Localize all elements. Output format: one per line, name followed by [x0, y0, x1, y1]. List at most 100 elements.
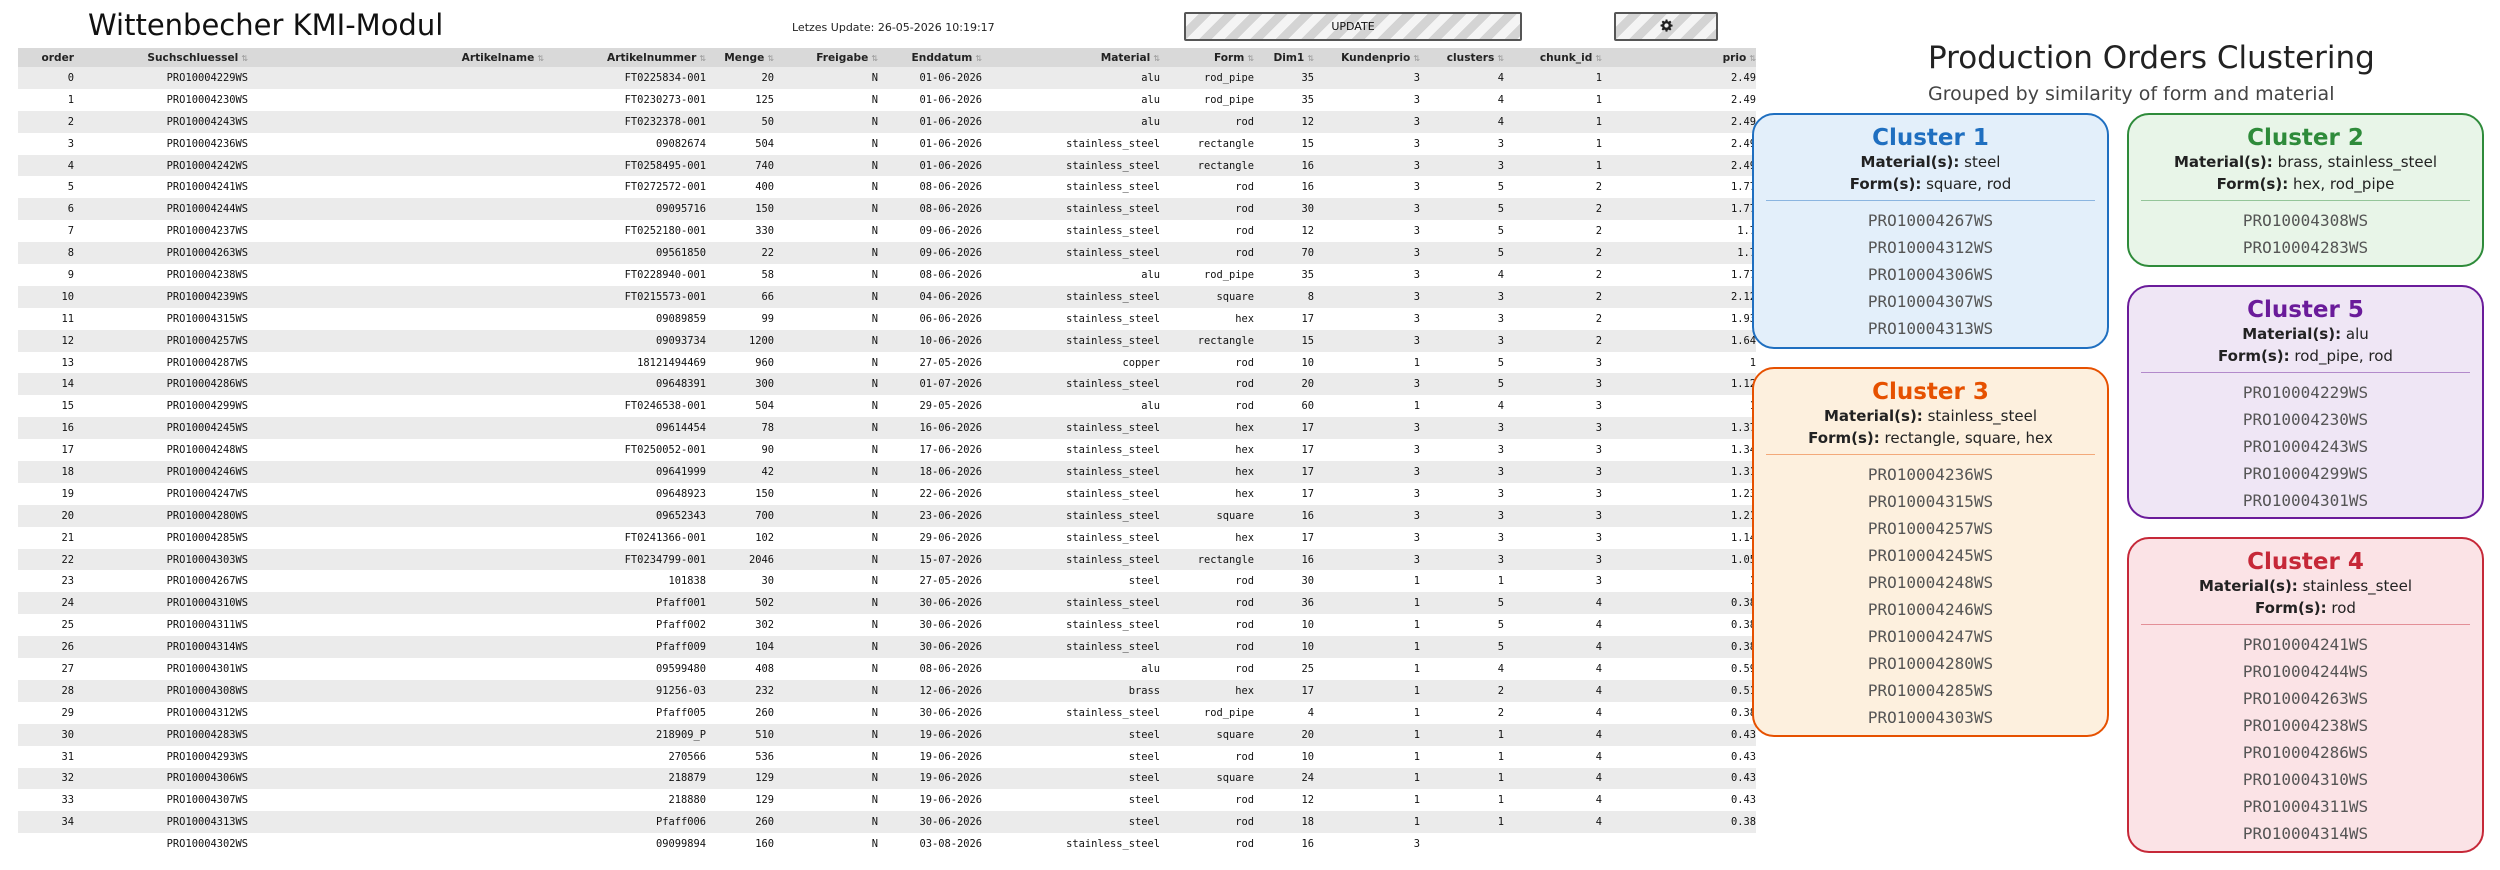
- column-header-chunk_id[interactable]: chunk_id ⇅: [1510, 48, 1608, 67]
- table-row[interactable]: 4 PRO10004242WS FT0258495-001 740 N 01-06-202…: [18, 154, 1756, 177]
- cell-clusters: 2: [1426, 701, 1510, 724]
- update-button[interactable]: UPDATE: [1184, 12, 1522, 41]
- column-header-dim1[interactable]: Dim1 ⇅: [1260, 48, 1320, 67]
- column-header-material[interactable]: Material ⇅: [988, 48, 1166, 67]
- table-row[interactable]: 16 PRO10004245WS 09614454 78 N 16-06-2026 stai…: [18, 417, 1756, 440]
- cell-menge: 232: [712, 679, 780, 702]
- table-row[interactable]: 9 PRO10004238WS FT0228940-001 58 N 08-06-2026…: [18, 264, 1756, 286]
- cell-freigabe: N: [780, 307, 884, 330]
- column-header-artikelname[interactable]: Artikelname ⇅: [254, 48, 550, 67]
- cell-suchschluessel: PRO10004239WS: [80, 285, 254, 308]
- cluster-forms-value: square, rod: [1926, 175, 2012, 193]
- column-header-freigabe[interactable]: Freigabe ⇅: [780, 48, 884, 67]
- cell-chunk_id: 3: [1510, 548, 1608, 571]
- cell-clusters: 4: [1426, 264, 1510, 286]
- table-row[interactable]: 26 PRO10004314WS Pfaff009 104 N 30-06-2026 sta…: [18, 636, 1756, 659]
- cluster-order-id: PRO10004315WS: [1867, 492, 1994, 511]
- cell-dim1: 4: [1260, 701, 1320, 724]
- table-row[interactable]: 29 PRO10004312WS Pfaff005 260 N 30-06-2026 sta…: [18, 701, 1756, 724]
- column-header-suchschluessel[interactable]: Suchschluessel ⇅: [80, 48, 254, 67]
- cell-prio: 0.51: [1608, 679, 1756, 702]
- cell-enddatum: 29-05-2026: [884, 395, 988, 418]
- table-row[interactable]: 33 PRO10004307WS 218880 129 N 19-06-2026 steel…: [18, 789, 1756, 812]
- cluster-materials-value: steel: [1964, 153, 2001, 171]
- cell-artikelname: [254, 811, 550, 834]
- cell-suchschluessel: PRO10004257WS: [80, 329, 254, 352]
- cell-menge: 330: [712, 220, 780, 243]
- cluster-order-id: PRO10004248WS: [1867, 573, 1994, 592]
- cell-chunk_id: 3: [1510, 482, 1608, 505]
- cluster-order-id: PRO10004246WS: [1867, 600, 1994, 619]
- cluster-materials-label: Material(s):: [2242, 325, 2342, 343]
- column-header-enddatum[interactable]: Enddatum ⇅: [884, 48, 988, 67]
- table-row[interactable]: 24 PRO10004310WS Pfaff001 502 N 30-06-2026 sta…: [18, 592, 1756, 615]
- column-header-artikelnummer[interactable]: Artikelnummer ⇅: [550, 48, 712, 67]
- table-row[interactable]: 13 PRO10004287WS 18121494469 960 N 27-05-2026…: [18, 351, 1756, 374]
- cell-menge: 300: [712, 373, 780, 396]
- column-header-clusters[interactable]: clusters ⇅: [1426, 48, 1510, 67]
- cell-material: stainless_steel: [988, 417, 1166, 440]
- cell-dim1: 35: [1260, 88, 1320, 111]
- table-row[interactable]: 22 PRO10004303WS FT0234799-001 2046 N 15-07-2…: [18, 548, 1756, 571]
- table-row[interactable]: 8 PRO10004263WS 09561850 22 N 09-06-2026 stain…: [18, 242, 1756, 265]
- cell-form: rod: [1166, 220, 1260, 243]
- table-row[interactable]: 12 PRO10004257WS 09093734 1200 N 10-06-2026 st…: [18, 329, 1756, 352]
- table-row[interactable]: 5 PRO10004241WS FT0272572-001 400 N 08-06-202…: [18, 176, 1756, 199]
- cell-menge: 504: [712, 395, 780, 418]
- cell-freigabe: N: [780, 482, 884, 505]
- table-row[interactable]: 0 PRO10004229WS FT0225834-001 20 N 01-06-2026…: [18, 67, 1756, 89]
- table-row[interactable]: 23 PRO10004267WS 101838 30 N 27-05-2026 steel r…: [18, 570, 1756, 593]
- table-row[interactable]: 14 PRO10004286WS 09648391 300 N 01-07-2026 sta…: [18, 373, 1756, 396]
- table-row[interactable]: 25 PRO10004311WS Pfaff002 302 N 30-06-2026 sta…: [18, 614, 1756, 637]
- table-row[interactable]: 30 PRO10004283WS 218909_P 510 N 19-06-2026 ste…: [18, 723, 1756, 746]
- table-row[interactable]: 21 PRO10004285WS FT0241366-001 102 N 29-06-20…: [18, 526, 1756, 549]
- table-row[interactable]: 1 PRO10004230WS FT0230273-001 125 N 01-06-202…: [18, 88, 1756, 111]
- cell-kundenprio: 3: [1320, 176, 1426, 199]
- table-row[interactable]: 32 PRO10004306WS 218879 129 N 19-06-2026 steel…: [18, 767, 1756, 790]
- table-row[interactable]: 20 PRO10004280WS 09652343 700 N 23-06-2026 sta…: [18, 504, 1756, 527]
- column-header-kundenprio[interactable]: Kundenprio ⇅: [1320, 48, 1426, 67]
- table-row[interactable]: 27 PRO10004301WS 09599480 408 N 08-06-2026 alu…: [18, 658, 1756, 680]
- table-row[interactable]: 17 PRO10004248WS FT0250052-001 90 N 17-06-202…: [18, 439, 1756, 462]
- table-row[interactable]: 3 PRO10004236WS 09082674 504 N 01-06-2026 stai…: [18, 132, 1756, 155]
- cell-freigabe: N: [780, 395, 884, 418]
- sort-icon: ⇅: [871, 53, 878, 63]
- table-row[interactable]: 18 PRO10004246WS 09641999 42 N 18-06-2026 stai…: [18, 461, 1756, 483]
- cell-enddatum: 03-08-2026: [884, 833, 988, 856]
- cell-prio: 1.23: [1608, 482, 1756, 505]
- cell-material: stainless_steel: [988, 132, 1166, 155]
- cell-form: hex: [1166, 417, 1260, 440]
- cell-freigabe: N: [780, 461, 884, 483]
- table-row[interactable]: 11 PRO10004315WS 09089859 99 N 06-06-2026 stai…: [18, 307, 1756, 330]
- cell-order: 25: [18, 614, 80, 637]
- table-row[interactable]: 28 PRO10004308WS 91256-03 232 N 12-06-2026 bra…: [18, 679, 1756, 702]
- column-header-label: Kundenprio: [1341, 51, 1411, 64]
- cell-form: square: [1166, 723, 1260, 746]
- table-row[interactable]: PRO10004302WS 09099894 160 N 03-08-2026 stain…: [18, 833, 1756, 856]
- table-row[interactable]: 15 PRO10004299WS FT0246538-001 504 N 29-05-20…: [18, 395, 1756, 418]
- cell-dim1: 16: [1260, 176, 1320, 199]
- column-header-prio[interactable]: prio ⇅: [1608, 48, 1756, 67]
- cell-prio: 1: [1608, 351, 1756, 374]
- table-row[interactable]: 6 PRO10004244WS 09095716 150 N 08-06-2026 stai…: [18, 198, 1756, 221]
- settings-button[interactable]: [1614, 12, 1718, 41]
- cell-material: stainless_steel: [988, 701, 1166, 724]
- table-row[interactable]: 19 PRO10004247WS 09648923 150 N 22-06-2026 sta…: [18, 482, 1756, 505]
- cell-material: stainless_steel: [988, 439, 1166, 462]
- cell-kundenprio: 1: [1320, 767, 1426, 790]
- cell-kundenprio: 3: [1320, 439, 1426, 462]
- column-header-menge[interactable]: Menge ⇅: [712, 48, 780, 67]
- column-header-order[interactable]: order: [18, 48, 80, 67]
- table-row[interactable]: 10 PRO10004239WS FT0215573-001 66 N 04-06-202…: [18, 285, 1756, 308]
- sort-icon: ⇅: [699, 53, 706, 63]
- table-row[interactable]: 2 PRO10004243WS FT0232378-001 50 N 01-06-2026…: [18, 110, 1756, 133]
- table-row[interactable]: 7 PRO10004237WS FT0252180-001 330 N 09-06-202…: [18, 220, 1756, 243]
- cell-menge: 125: [712, 88, 780, 111]
- cell-prio: 1.7: [1608, 242, 1756, 265]
- table-row[interactable]: 34 PRO10004313WS Pfaff006 260 N 30-06-2026 ste…: [18, 811, 1756, 834]
- cell-artikelnummer: FT0232378-001: [550, 110, 712, 133]
- cell-enddatum: 12-06-2026: [884, 679, 988, 702]
- column-header-form[interactable]: Form ⇅: [1166, 48, 1260, 67]
- table-row[interactable]: 31 PRO10004293WS 270566 536 N 19-06-2026 steel…: [18, 745, 1756, 768]
- cell-suchschluessel: PRO10004311WS: [80, 614, 254, 637]
